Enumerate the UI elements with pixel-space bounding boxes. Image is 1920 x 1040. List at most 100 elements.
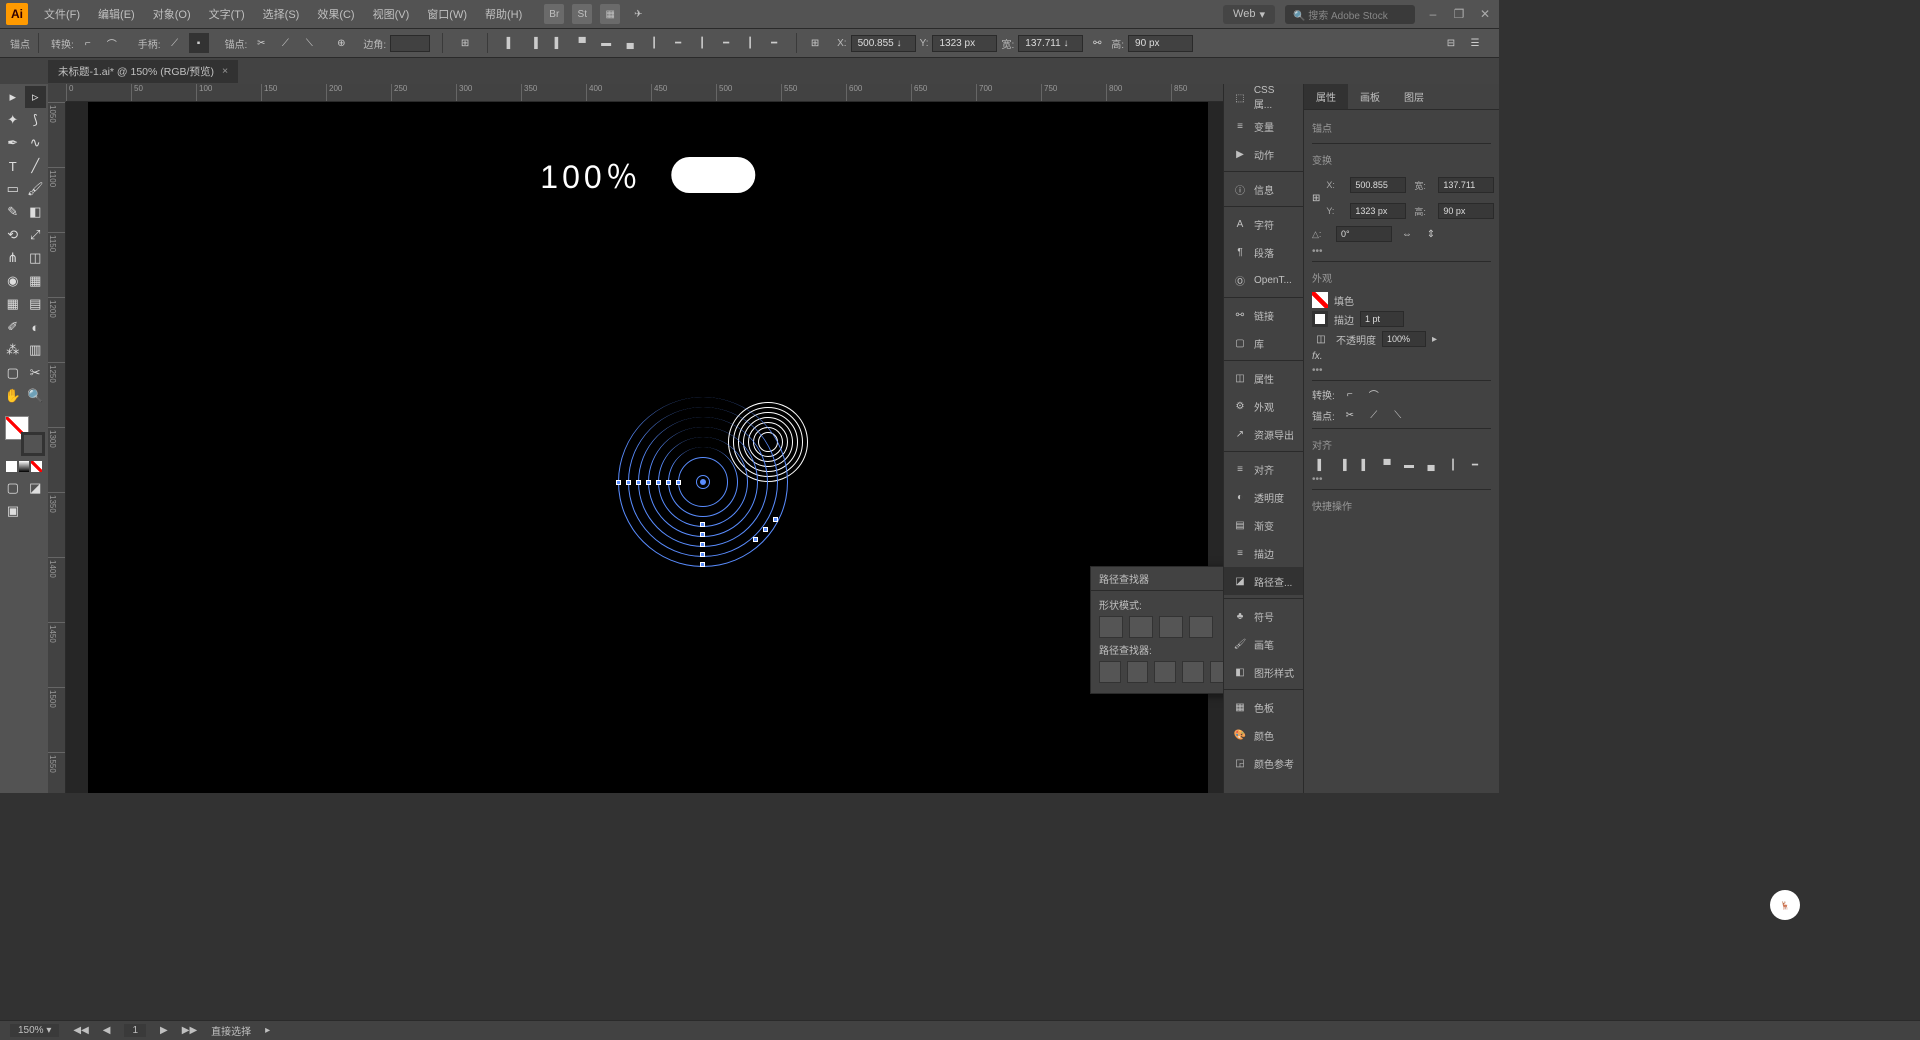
status-arrow-icon[interactable]: ▸ (265, 1025, 270, 1036)
menu-effect[interactable]: 效果(C) (309, 2, 362, 26)
more-transform[interactable]: ••• (1312, 246, 1491, 257)
strip-库[interactable]: ▢库 (1224, 329, 1303, 357)
shaper-tool[interactable]: ✎ (2, 201, 24, 223)
align-m[interactable]: ▬ (1400, 456, 1418, 474)
stroke-swatch[interactable] (21, 432, 45, 456)
strip-CSS 属...[interactable]: ⬚CSS 属... (1224, 84, 1303, 112)
tab-artboards[interactable]: 画板 (1348, 84, 1392, 109)
gradient-tool[interactable]: ▤ (25, 293, 47, 315)
artboard-nav-next[interactable]: ▶▶ (182, 1025, 197, 1036)
ref-point-icon[interactable]: ⊞ (805, 33, 825, 53)
align-top-btn[interactable]: ▀ (572, 33, 592, 53)
canvas[interactable]: 0501001502002503003504004505005506006507… (48, 84, 1223, 793)
none-mode-btn[interactable] (31, 461, 42, 472)
selection-tool[interactable]: ▸ (2, 86, 24, 108)
eraser-tool[interactable]: ◧ (25, 201, 47, 223)
strip-色板[interactable]: ▦色板 (1224, 693, 1303, 721)
align-c[interactable]: ▐ (1334, 456, 1352, 474)
search-stock[interactable]: 🔍 搜索 Adobe Stock (1285, 5, 1415, 24)
strip-描边[interactable]: ≡描边 (1224, 539, 1303, 567)
menu-view[interactable]: 视图(V) (365, 2, 418, 26)
strip-动作[interactable]: ▶动作 (1224, 140, 1303, 168)
ruler-vertical[interactable]: 1050110011501200125013001350140014501500… (48, 102, 66, 793)
menu-file[interactable]: 文件(F) (36, 2, 88, 26)
strip-链接[interactable]: ⚯链接 (1224, 301, 1303, 329)
strip-段落[interactable]: ¶段落 (1224, 238, 1303, 266)
menu-select[interactable]: 选择(S) (255, 2, 308, 26)
handle-hide-btn[interactable]: ▪ (189, 33, 209, 53)
strip-路径查...[interactable]: ◪路径查... (1224, 567, 1303, 595)
strip-透明度[interactable]: ◐透明度 (1224, 483, 1303, 511)
more-appearance[interactable]: ••• (1312, 365, 1491, 376)
dist-h2-btn[interactable]: ┃ (692, 33, 712, 53)
hand-tool[interactable]: ✋ (2, 385, 24, 407)
align-vcenter-btn[interactable]: ▬ (596, 33, 616, 53)
strip-信息[interactable]: ⓘ信息 (1224, 175, 1303, 203)
menu-window[interactable]: 窗口(W) (419, 2, 475, 26)
convert-corner-btn[interactable]: ⌐ (78, 33, 98, 53)
line-tool[interactable]: ╱ (25, 155, 47, 177)
to-corner-btn[interactable]: ⌐ (1341, 385, 1359, 403)
maximize-icon[interactable]: ❐ (1451, 6, 1467, 22)
workspace-switcher[interactable]: Web ▾ (1223, 5, 1275, 24)
symbol-sprayer-tool[interactable]: ⁂ (2, 339, 24, 361)
ref-point-grid[interactable]: ⊞ (1312, 189, 1320, 207)
stroke-color-btn[interactable] (1312, 311, 1328, 327)
y-input[interactable] (932, 35, 997, 52)
tab-close-icon[interactable]: × (222, 65, 228, 77)
isolate-btn[interactable]: ⊕ (331, 33, 351, 53)
curvature-tool[interactable]: ∿ (25, 132, 47, 154)
tab-properties[interactable]: 属性 (1304, 84, 1348, 109)
close-icon[interactable]: ✕ (1477, 6, 1493, 22)
x-input[interactable] (851, 35, 916, 52)
dist-v-btn[interactable]: ━ (668, 33, 688, 53)
zoom-tool[interactable]: 🔍 (25, 385, 47, 407)
paintbrush-tool[interactable]: 🖌 (25, 178, 47, 200)
fill-color-btn[interactable] (1312, 292, 1328, 308)
opacity-input[interactable] (1382, 331, 1426, 347)
prop-y-input[interactable] (1350, 203, 1406, 219)
artboard-tool[interactable]: ▢ (2, 362, 24, 384)
align-t[interactable]: ▀ (1378, 456, 1396, 474)
align-hcenter-btn[interactable]: ▐ (524, 33, 544, 53)
align-l[interactable]: ▌ (1312, 456, 1330, 474)
panel-menu-icon[interactable]: ☰ (1465, 33, 1485, 53)
eyedropper-tool[interactable]: ✐ (2, 316, 24, 338)
connect-pt-btn[interactable]: ⟋ (1365, 406, 1383, 424)
flip-v-icon[interactable]: ⇕ (1422, 225, 1440, 243)
strip-颜色参考[interactable]: ◲颜色参考 (1224, 749, 1303, 777)
prop-x-input[interactable] (1350, 177, 1406, 193)
scale-tool[interactable]: ⤢ (25, 224, 47, 246)
arrange-icon[interactable]: ▦ (600, 4, 620, 24)
shape-builder-tool[interactable]: ◉ (2, 270, 24, 292)
unite-btn[interactable] (1099, 616, 1123, 638)
convert-smooth-btn[interactable]: ⌒ (102, 33, 122, 53)
artboard-number[interactable]: 1 (124, 1024, 146, 1037)
artboard-nav-prev[interactable]: ◀◀ (73, 1025, 88, 1036)
dist-2[interactable]: ━ (1466, 456, 1484, 474)
blend-tool[interactable]: ◐ (25, 316, 47, 338)
document-tab[interactable]: 未标题-1.ai* @ 150% (RGB/预览) × (48, 60, 238, 83)
strip-外观[interactable]: ⚙外观 (1224, 392, 1303, 420)
intersect-btn[interactable] (1159, 616, 1183, 638)
dist-h-btn[interactable]: ┃ (644, 33, 664, 53)
fill-stroke-indicator[interactable] (5, 416, 45, 456)
minimize-icon[interactable]: – (1425, 6, 1441, 22)
gradient-mode-btn[interactable] (19, 461, 30, 472)
h-input[interactable] (1128, 35, 1193, 52)
menu-edit[interactable]: 编辑(E) (90, 2, 143, 26)
w-input[interactable] (1018, 35, 1083, 52)
more-align[interactable]: ••• (1312, 474, 1491, 485)
dist-h3-btn[interactable]: ┃ (740, 33, 760, 53)
corner-input[interactable] (390, 35, 430, 52)
menu-help[interactable]: 帮助(H) (477, 2, 530, 26)
lasso-tool[interactable]: ⟆ (25, 109, 47, 131)
rotation-input[interactable] (1336, 226, 1392, 242)
strip-OpenT...[interactable]: ⓄOpenT... (1224, 266, 1303, 294)
slice-tool[interactable]: ✂ (25, 362, 47, 384)
tab-layers[interactable]: 图层 (1392, 84, 1436, 109)
cut-pt-btn[interactable]: ⟍ (1389, 406, 1407, 424)
link-wh-icon[interactable]: ⚯ (1087, 33, 1107, 53)
align-r[interactable]: ▌ (1356, 456, 1374, 474)
prop-h-input[interactable] (1438, 203, 1494, 219)
